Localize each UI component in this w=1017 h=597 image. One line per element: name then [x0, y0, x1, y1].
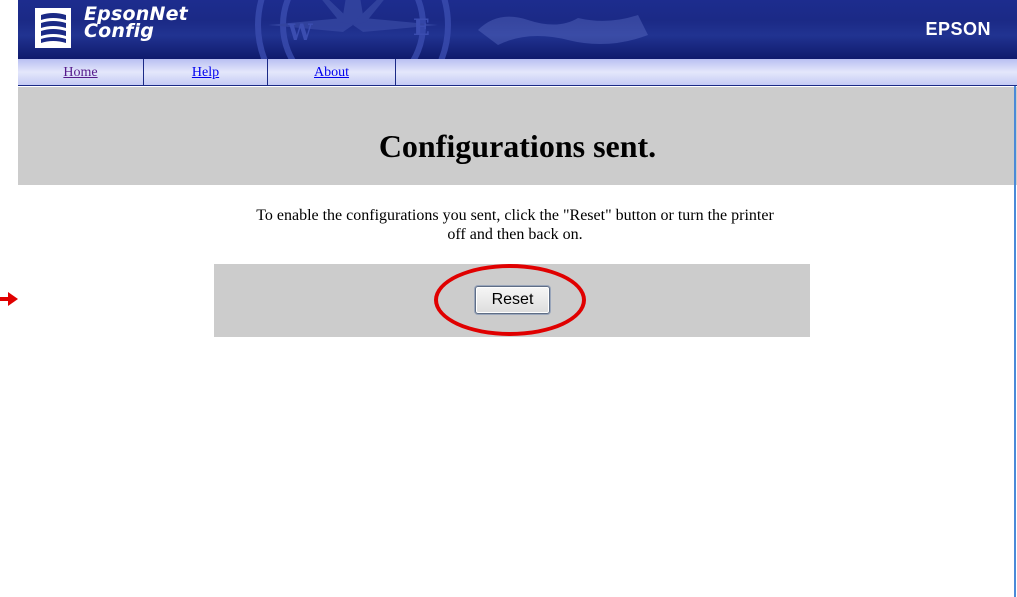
app-name: EpsonNet Config	[84, 5, 188, 42]
svg-text:W: W	[287, 20, 313, 46]
world-map-graphic-icon	[478, 15, 648, 45]
instruction-message: To enable the configurations you sent, c…	[210, 206, 820, 244]
svg-text:E: E	[413, 15, 430, 41]
epsonnet-logo-icon	[35, 8, 71, 48]
title-band: Configurations sent.	[18, 87, 1017, 185]
compass-graphic-icon: W E	[255, 0, 451, 59]
nav-item-help: Help	[144, 59, 268, 85]
message-line-1: To enable the configurations you sent, c…	[256, 207, 774, 224]
nav-bar: Home Help About	[18, 59, 1017, 86]
nav-item-about: About	[268, 59, 396, 85]
epson-brand-logo: EPSON	[925, 19, 991, 39]
red-arrow-icon	[0, 292, 18, 306]
about-link[interactable]: About	[314, 65, 349, 80]
window-edge	[1014, 86, 1016, 597]
nav-item-home: Home	[18, 59, 144, 85]
message-line-2: off and then back on.	[447, 226, 583, 243]
page-title: Configurations sent.	[378, 128, 657, 164]
header-banner: W E EpsonNet Config EPSON	[18, 0, 1017, 59]
reset-button[interactable]: Reset	[475, 286, 550, 314]
app-name-line2: Config	[84, 20, 155, 42]
help-link[interactable]: Help	[192, 65, 219, 80]
home-link[interactable]: Home	[63, 65, 97, 80]
reset-panel: Reset	[214, 264, 810, 337]
